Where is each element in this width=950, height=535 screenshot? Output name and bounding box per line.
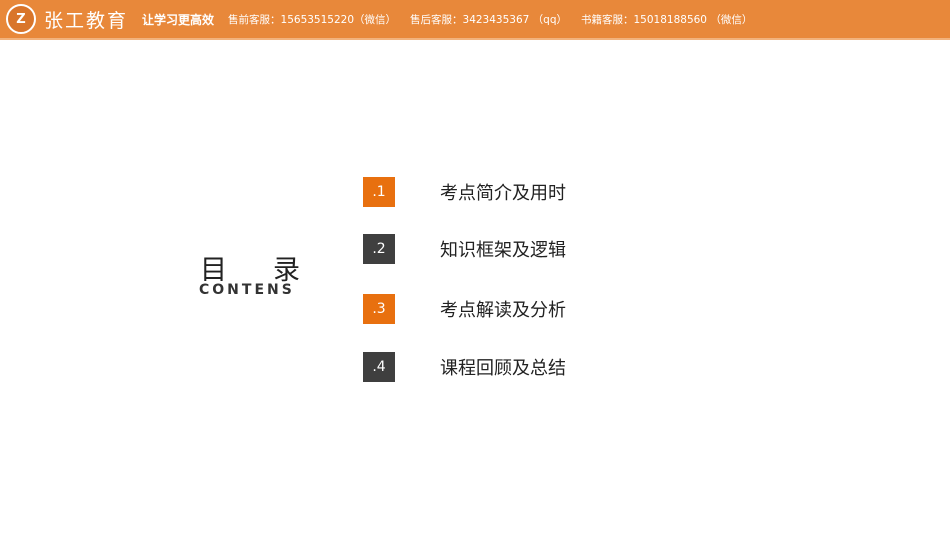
- contents-item-4[interactable]: .4 课程回顾及总结: [363, 352, 566, 382]
- presale-contact: 售前客服：15653515220（微信）: [228, 13, 397, 26]
- slogan: 让学习更高效: [142, 12, 215, 27]
- item-label: 课程回顾及总结: [440, 358, 566, 379]
- item-label: 考点解读及分析: [440, 300, 566, 321]
- item-number: .2: [363, 234, 395, 264]
- item-label: 知识框架及逻辑: [440, 240, 566, 261]
- item-number: .3: [363, 294, 395, 324]
- contents-item-1[interactable]: .1 考点简介及用时: [363, 177, 566, 207]
- header-bar: Z 张工教育 让学习更高效 售前客服：15653515220（微信） 售后客服：…: [0, 0, 950, 40]
- item-number: .1: [363, 177, 395, 207]
- item-number: .4: [363, 352, 395, 382]
- aftersale-contact: 售后客服：3423435367 （qq）: [410, 13, 567, 26]
- contents-subtitle: CONTENS: [199, 282, 295, 298]
- book-contact: 书籍客服：15018188560 （微信）: [581, 13, 753, 26]
- contents-item-3[interactable]: .3 考点解读及分析: [363, 294, 566, 324]
- logo-icon: Z: [6, 4, 36, 34]
- item-label: 考点简介及用时: [440, 183, 566, 204]
- brand-name: 张工教育: [44, 9, 129, 32]
- contents-item-2[interactable]: .2 知识框架及逻辑: [363, 234, 566, 264]
